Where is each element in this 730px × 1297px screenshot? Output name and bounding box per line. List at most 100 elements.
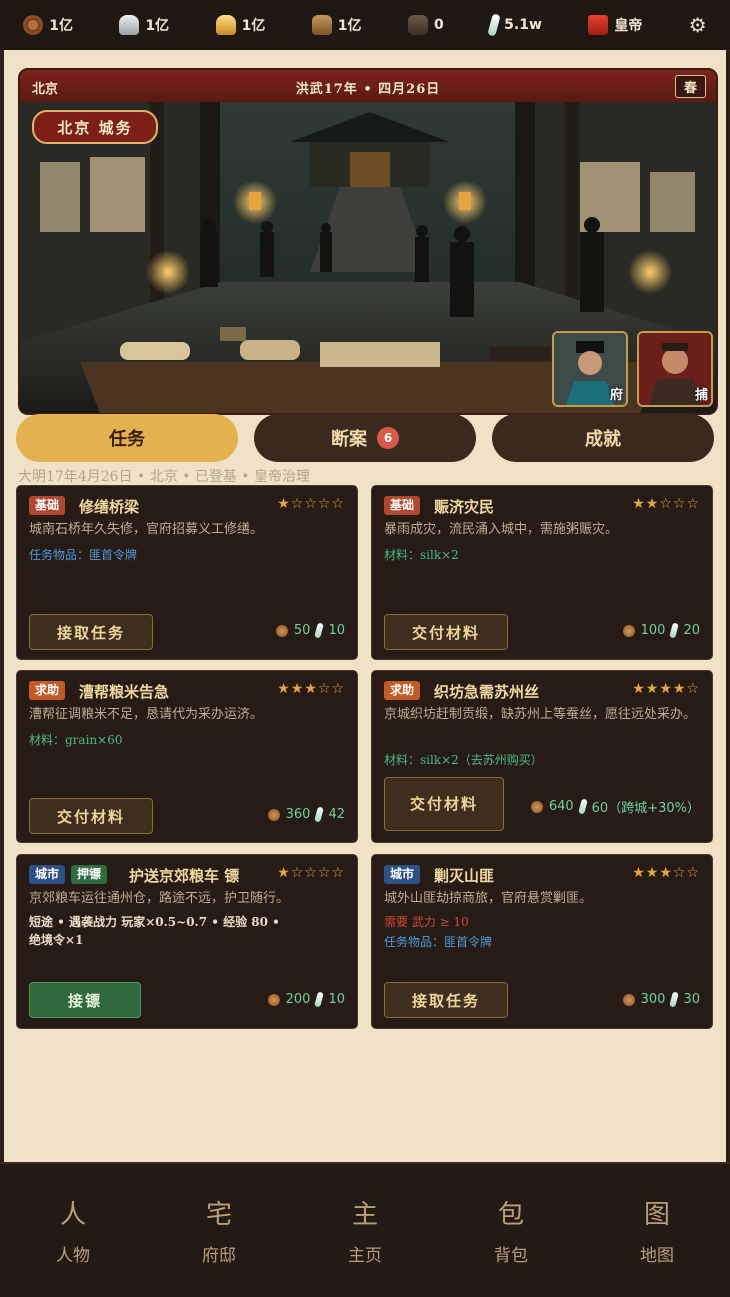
difficulty-stars: ★☆☆☆☆ (277, 865, 345, 881)
task-description: 漕帮征调粮米不足，恳请代为采办运济。 (29, 707, 264, 722)
resource-copper[interactable]: 1亿 (23, 15, 73, 35)
coin-reward: 100 (640, 623, 666, 638)
task-requirement: 材料：silk×2 (384, 548, 459, 562)
task-card: 基础 赈济灾民 ★★☆☆☆ 暴雨成灾，流民涌入城中，需施粥赈灾。 材料：silk… (371, 485, 713, 660)
copper-coin-icon (267, 993, 280, 1006)
tab-cases[interactable]: 断案 6 (254, 414, 476, 462)
silver-ingot-icon (119, 15, 140, 35)
task-requirement: 材料：grain×60 (29, 733, 123, 747)
jade-icon (314, 991, 325, 1008)
city-banner: 北京 洪武17年 • 四月26日 春 北京 城务 府 捕 (18, 68, 718, 415)
task-card: 求助 漕帮粮米告急 ★★★☆☆ 漕帮征调粮米不足，恳请代为采办运济。 材料：gr… (16, 670, 358, 843)
resource-gold[interactable]: 1亿 (215, 15, 266, 35)
home-icon: 主 (351, 1200, 378, 1230)
accept-task-button[interactable]: 接取任务 (29, 614, 153, 650)
jade-reward: 10 (328, 623, 345, 638)
task-description: 城外山匪劫掠商旅，官府悬赏剿匪。 (384, 891, 593, 906)
deliver-materials-button[interactable]: 交付材料 (384, 614, 508, 650)
nav-label: 背包 (494, 1246, 528, 1266)
task-card: 求助 织坊急需苏州丝 ★★★★☆ 京城织坊赶制贡缎，缺苏州上等蚕丝，愿往远处采办… (371, 670, 713, 843)
quest-tag: 基础 (29, 496, 66, 515)
tab-tasks[interactable]: 任务 (16, 414, 238, 462)
difficulty-stars: ★★★☆☆ (277, 681, 345, 697)
main-page: 北京 洪武17年 • 四月26日 春 北京 城务 府 捕 任务 断案 6 成就 … (4, 50, 726, 1162)
task-title: 护送京郊粮车 镖 (129, 867, 240, 885)
official-portrait-fu[interactable]: 府 (552, 331, 628, 407)
reward: 640 60（跨城+30%） (530, 797, 700, 816)
task-description: 暴雨成灾，流民涌入城中，需施粥赈灾。 (384, 522, 619, 537)
nav-label: 主页 (348, 1246, 382, 1266)
quest-tag: 求助 (384, 681, 421, 700)
nav-home[interactable]: 主 主页 (292, 1164, 438, 1297)
task-title: 剿灭山匪 (434, 867, 495, 885)
task-description: 京城织坊赶制贡缎，缺苏州上等蚕丝，愿往远处采办。 (384, 707, 697, 722)
constable-portrait-bu[interactable]: 捕 (637, 331, 713, 407)
deliver-materials-button[interactable]: 交付材料 (384, 777, 504, 831)
resource-grain[interactable]: 1亿 (311, 15, 362, 35)
reward: 300 30 (622, 991, 700, 1008)
coin-reward: 360 (285, 807, 311, 822)
quest-tag: 求助 (29, 681, 66, 700)
task-description: 京郊粮车运往通州仓，路途不远，护卫随行。 (29, 891, 290, 906)
nav-label: 地图 (640, 1246, 674, 1266)
accept-escort-button[interactable]: 接镖 (29, 982, 141, 1018)
jade-reward: 42 (328, 807, 345, 822)
reward: 360 42 (267, 806, 345, 823)
grain-sack-icon (311, 15, 332, 35)
mansion-icon: 宅 (205, 1200, 232, 1230)
copper-coin-icon (275, 624, 288, 637)
task-detail: 绝境令×1 (29, 933, 84, 947)
quest-tag: 基础 (384, 496, 421, 515)
gear-icon[interactable]: ⚙ (689, 13, 707, 37)
task-card: 基础 修缮桥梁 ★☆☆☆☆ 城南石桥年久失修，官府招募义工修缮。 任务物品：匪首… (16, 485, 358, 660)
resource-value: 皇帝 (614, 18, 643, 34)
reward: 50 10 (275, 622, 345, 639)
nav-label: 人物 (56, 1246, 90, 1266)
resource-value: 1亿 (49, 18, 73, 34)
nav-character[interactable]: 人 人物 (0, 1164, 146, 1297)
tab-bar: 任务 断案 6 成就 (16, 414, 718, 466)
coin-reward: 50 (293, 623, 311, 638)
resource-silver[interactable]: 1亿 (119, 15, 169, 35)
deliver-materials-button[interactable]: 交付材料 (29, 798, 153, 834)
jade-icon (487, 13, 501, 37)
copper-coin-icon (622, 993, 635, 1006)
task-title: 赈济灾民 (434, 498, 495, 516)
copper-coin-icon (530, 800, 543, 813)
task-card: 城市 剿灭山匪 ★★★☆☆ 城外山匪劫掠商旅，官府悬赏剿匪。 需要 武力 ≥ 1… (371, 854, 713, 1029)
resource-bar: 1亿 1亿 1亿 1亿 0 5.1w 皇帝 ⚙ (0, 0, 730, 51)
jade-reward: 60（跨城+30%） (591, 801, 700, 816)
nav-mansion[interactable]: 宅 府邸 (146, 1164, 292, 1297)
copper-coin-icon (267, 808, 280, 821)
nav-backpack[interactable]: 包 背包 (438, 1164, 584, 1297)
resource-value: 1亿 (241, 18, 266, 34)
accept-task-button[interactable]: 接取任务 (384, 982, 508, 1018)
jade-icon (577, 798, 588, 815)
resource-value: 1亿 (145, 18, 170, 34)
task-detail: 短途 • 遇袭战力 玩家×0.5~0.7 • 经验 80 • (29, 915, 280, 929)
tab-achievements[interactable]: 成就 (492, 414, 714, 462)
difficulty-stars: ★★★★☆ (632, 681, 700, 697)
coin-reward: 640 (548, 799, 574, 814)
portrait-tag: 捕 (694, 388, 708, 403)
season-badge: 春 (674, 75, 706, 98)
resource-jade[interactable]: 5.1w (487, 13, 542, 37)
jade-reward: 30 (683, 992, 700, 1007)
tab-label: 任务 (109, 429, 145, 450)
nav-map[interactable]: 图 地图 (584, 1164, 730, 1297)
jade-reward: 10 (328, 992, 345, 1007)
jade-icon (669, 991, 680, 1008)
jade-icon (314, 622, 325, 639)
tab-label: 成就 (585, 429, 621, 450)
banner-date: 洪武17年 • 四月26日 (295, 82, 441, 97)
task-requirement: 材料：silk×2（去苏州购买） (384, 753, 543, 767)
coin-reward: 200 (285, 992, 311, 1007)
quest-tag: 押镖 (71, 865, 108, 884)
banner-header: 北京 洪武17年 • 四月26日 春 (20, 70, 716, 102)
reward: 100 20 (622, 622, 700, 639)
nav-label: 府邸 (202, 1246, 236, 1266)
resource-title[interactable]: 皇帝 (588, 15, 642, 35)
resource-ore[interactable]: 0 (407, 15, 444, 35)
resource-value: 0 (433, 17, 444, 33)
task-card: 城市 押镖 护送京郊粮车 镖 ★☆☆☆☆ 京郊粮车运往通州仓，路途不远，护卫随行… (16, 854, 358, 1029)
